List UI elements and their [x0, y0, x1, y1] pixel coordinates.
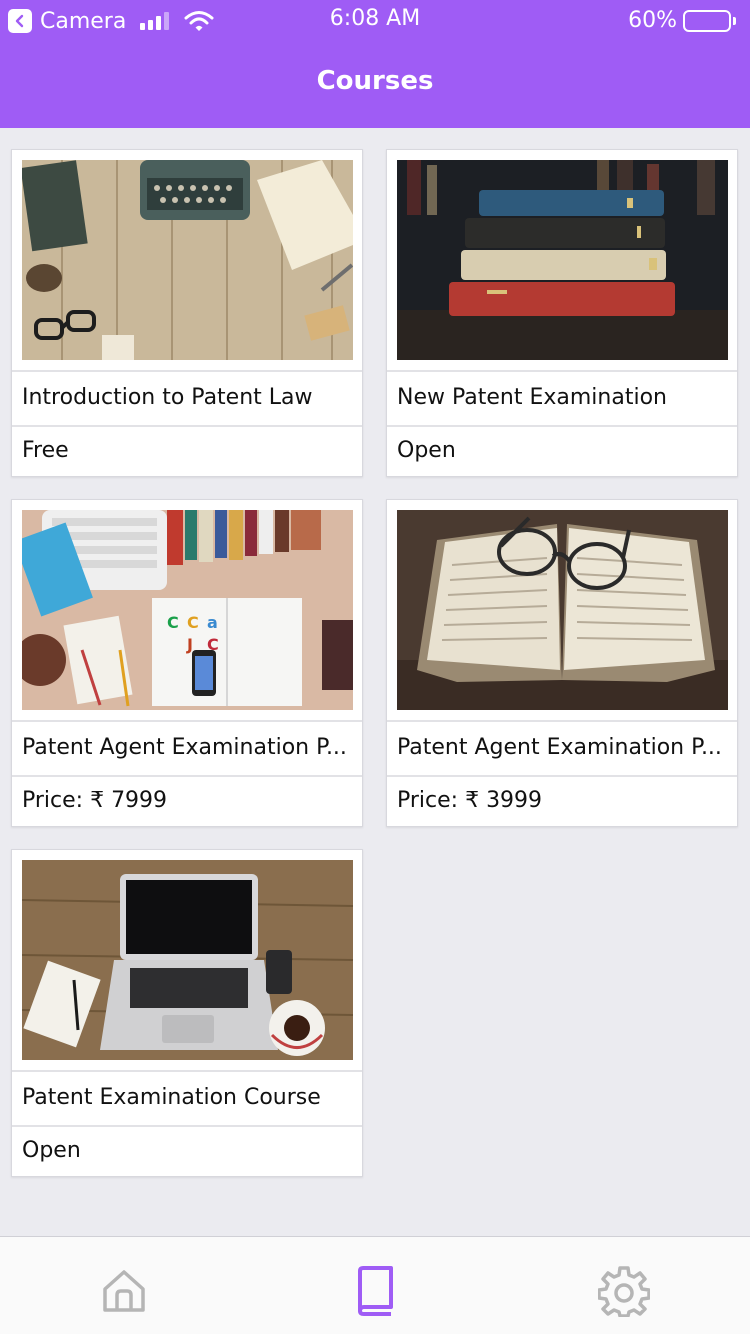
battery-icon — [683, 9, 731, 32]
course-title: Introduction to Patent Law — [22, 385, 313, 410]
course-card[interactable]: Patent Examination Course Open — [11, 849, 363, 1177]
card-divider — [387, 775, 737, 777]
status-bar: Camera 6:08 AM 60% — [0, 0, 750, 40]
battery-indicator: 60% — [628, 8, 736, 33]
battery-percent: 60% — [628, 8, 677, 33]
svg-text:J: J — [186, 635, 193, 654]
svg-text:a: a — [207, 613, 218, 632]
course-card[interactable]: CCa JC Patent Agent Examination P... Pri… — [11, 499, 363, 827]
battery-cap — [733, 16, 736, 25]
course-title: New Patent Examination — [397, 385, 667, 410]
course-card[interactable]: Patent Agent Examination P... Price: ₹ 3… — [386, 499, 738, 827]
card-divider — [12, 720, 362, 722]
card-divider — [387, 425, 737, 427]
course-price: Open — [22, 1138, 81, 1163]
desk-magazine-image: CCa JC — [22, 510, 353, 710]
course-title: Patent Examination Course — [22, 1085, 321, 1110]
gear-icon — [598, 1266, 650, 1317]
card-divider — [12, 1070, 362, 1072]
card-divider — [387, 720, 737, 722]
tab-courses[interactable] — [347, 1263, 403, 1319]
bottom-tab-bar — [0, 1236, 750, 1334]
open-book-glasses-image — [397, 510, 728, 710]
svg-text:C: C — [187, 613, 199, 632]
home-icon — [103, 1270, 145, 1312]
svg-text:C: C — [167, 613, 179, 632]
book-icon — [358, 1266, 393, 1316]
book-stack-image — [397, 160, 728, 360]
course-price: Free — [22, 438, 69, 463]
course-card[interactable]: New Patent Examination Open — [386, 149, 738, 477]
card-divider — [12, 425, 362, 427]
card-divider — [12, 1125, 362, 1127]
app-header: Camera 6:08 AM 60% Courses — [0, 0, 750, 128]
card-divider — [387, 370, 737, 372]
course-title: Patent Agent Examination P... — [397, 735, 722, 760]
desk-typewriter-image — [22, 160, 353, 360]
page-title: Courses — [316, 66, 434, 96]
laptop-desk-image — [22, 860, 353, 1060]
course-title: Patent Agent Examination P... — [22, 735, 347, 760]
tab-settings[interactable] — [596, 1263, 652, 1319]
card-divider — [12, 775, 362, 777]
course-card[interactable]: Introduction to Patent Law Free — [11, 149, 363, 477]
course-price: Price: ₹ 7999 — [22, 788, 168, 813]
course-price: Price: ₹ 3999 — [397, 788, 543, 813]
course-price: Open — [397, 438, 456, 463]
card-divider — [12, 370, 362, 372]
tab-home[interactable] — [96, 1263, 152, 1319]
